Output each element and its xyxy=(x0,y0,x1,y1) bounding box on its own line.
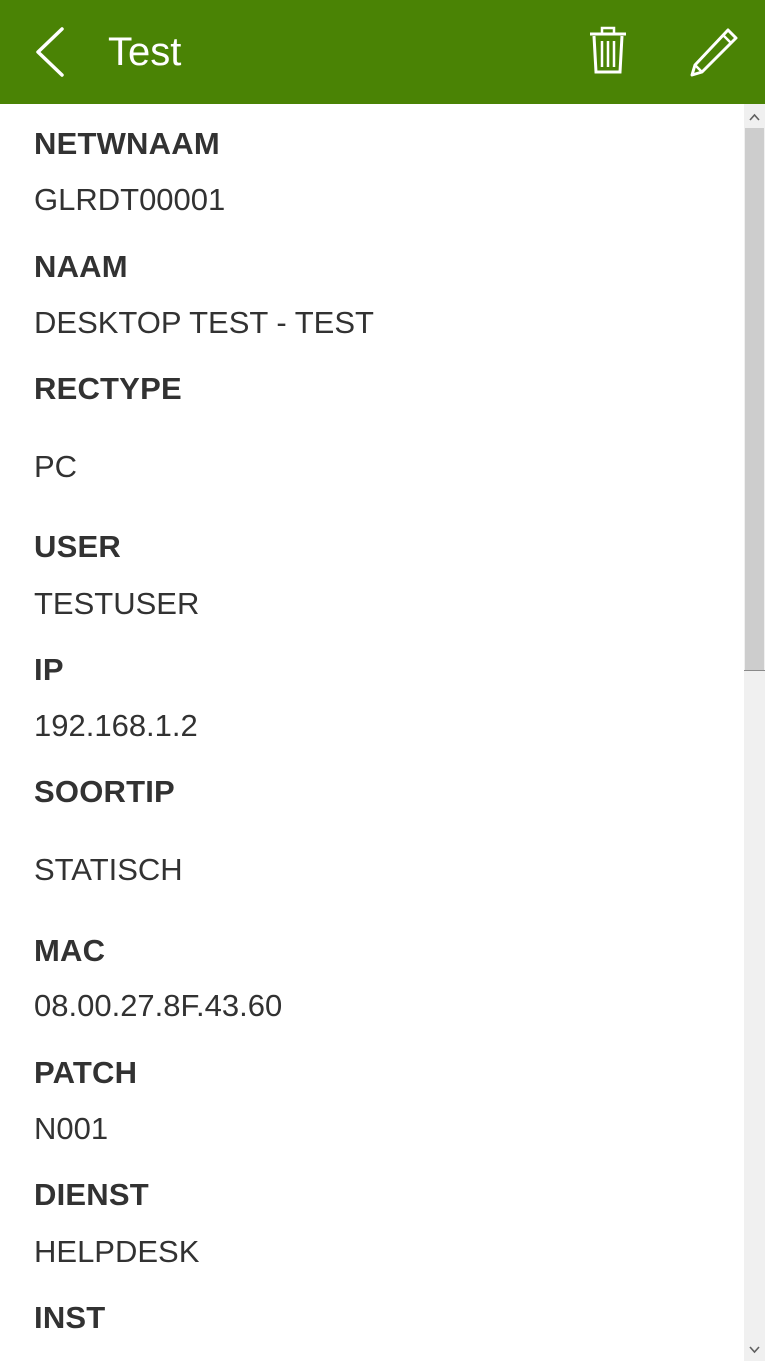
app-window: Test NETWNAAM GLRDT00001 NAAM DESKTOP TE… xyxy=(0,0,768,1361)
field-value: GLRDT00001 xyxy=(34,182,226,217)
chevron-up-icon xyxy=(749,113,760,121)
detail-content: NETWNAAM GLRDT00001 NAAM DESKTOP TEST - … xyxy=(0,104,744,1361)
pencil-icon xyxy=(690,28,738,77)
field-label: PATCH xyxy=(34,1055,138,1090)
scroll-up-button[interactable] xyxy=(744,106,765,128)
trash-icon xyxy=(590,26,626,74)
field-value: HELPDESK xyxy=(34,1234,200,1269)
field-label: IP xyxy=(34,652,64,687)
field-value: 08.00.27.8F.43.60 xyxy=(34,988,283,1023)
field-label: DIENST xyxy=(34,1177,149,1212)
field-label: RECTYPE xyxy=(34,371,182,406)
scroll-thumb-edge xyxy=(744,670,765,671)
field-label: MAC xyxy=(34,933,106,968)
field-label: SOORTIP xyxy=(34,774,175,809)
field-label: NAAM xyxy=(34,249,128,284)
field-value: DESKTOP TEST - TEST xyxy=(34,305,374,340)
edit-button[interactable] xyxy=(684,20,744,84)
field-value: PC xyxy=(34,449,78,484)
vertical-scrollbar[interactable] xyxy=(744,104,765,1361)
header-bar: Test xyxy=(0,0,765,104)
chevron-down-icon xyxy=(749,1346,760,1354)
delete-button[interactable] xyxy=(580,20,636,84)
page-title: Test xyxy=(108,30,182,74)
field-value: STATISCH xyxy=(34,852,183,887)
field-label: INST xyxy=(34,1300,106,1335)
field-label: USER xyxy=(34,529,121,564)
field-value: 192.168.1.2 xyxy=(34,708,198,743)
back-button[interactable] xyxy=(26,20,82,84)
field-value: TESTUSER xyxy=(34,586,200,621)
scroll-down-button[interactable] xyxy=(744,1339,765,1361)
scroll-thumb[interactable] xyxy=(745,128,764,671)
field-label: NETWNAAM xyxy=(34,126,220,161)
field-value: N001 xyxy=(34,1111,109,1146)
chevron-left-icon xyxy=(36,27,64,77)
